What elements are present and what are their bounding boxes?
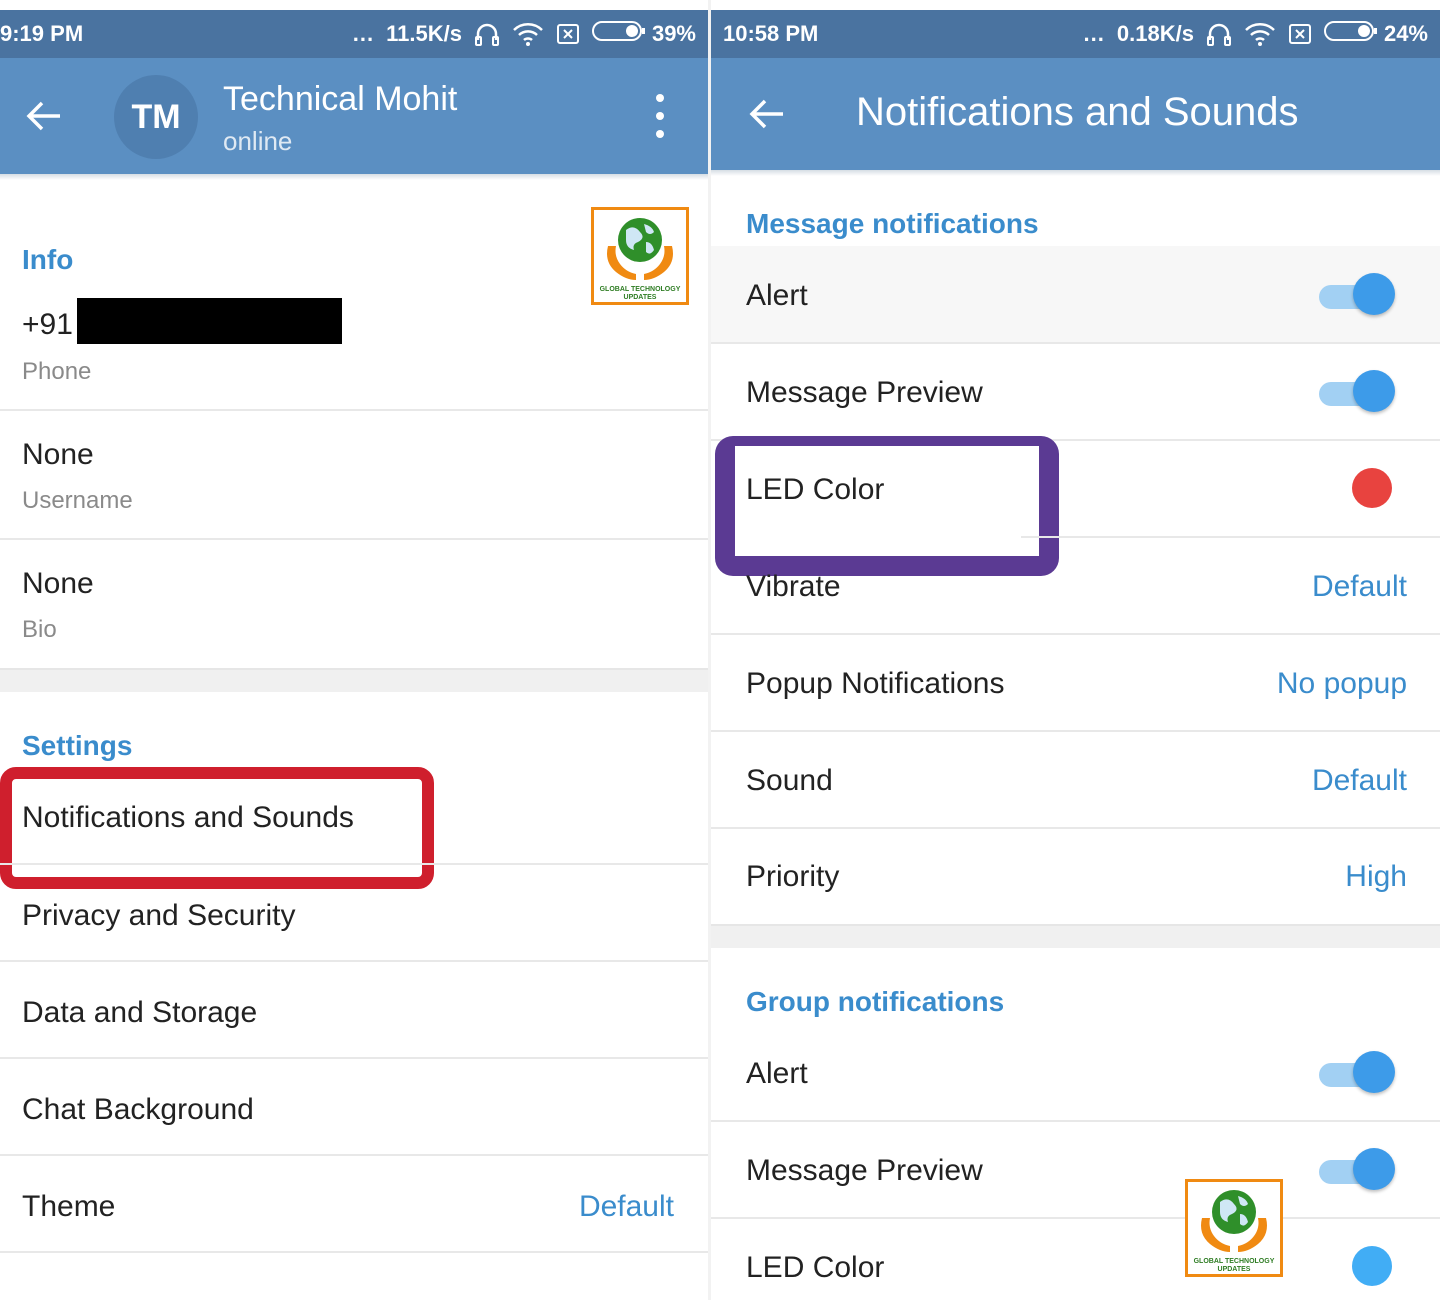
username-row[interactable] bbox=[0, 411, 708, 539]
sound-value: Default bbox=[1311, 764, 1407, 797]
headphones-icon bbox=[474, 22, 500, 46]
bio-row[interactable] bbox=[0, 540, 708, 668]
back-button[interactable] bbox=[747, 94, 787, 134]
back-button[interactable] bbox=[24, 96, 64, 136]
message-alert-toggle[interactable] bbox=[1319, 273, 1395, 317]
network-speed: 0.18K/s bbox=[1116, 21, 1194, 46]
arrow-left-icon bbox=[749, 99, 783, 129]
info-section-title: Info bbox=[22, 244, 74, 275]
phone-prefix: +91 bbox=[22, 308, 73, 341]
battery-percent: 24% bbox=[1383, 21, 1428, 46]
settings-section-title: Settings bbox=[22, 730, 133, 761]
avatar[interactable]: TM bbox=[114, 75, 198, 159]
popup-notifications-label: Popup Notifications bbox=[746, 667, 1005, 700]
battery-icon bbox=[591, 20, 646, 48]
app-bar: Notifications and Sounds bbox=[711, 58, 1440, 170]
battery-icon bbox=[1323, 20, 1378, 48]
status-time: 9:19 PM bbox=[0, 21, 84, 46]
section-gap bbox=[0, 668, 708, 692]
redacted-phone-number bbox=[77, 298, 342, 344]
overflow-notifications: ... bbox=[1083, 21, 1105, 46]
top-strip bbox=[0, 0, 708, 10]
section-gap bbox=[711, 924, 1440, 948]
group-led-color-swatch[interactable] bbox=[1352, 1246, 1392, 1286]
app-bar: TM Technical Mohit online bbox=[0, 58, 708, 174]
settings-item-label: Chat Background bbox=[22, 1093, 254, 1126]
watermark-caption-line2: UPDATES bbox=[1217, 1266, 1251, 1273]
message-led-color-swatch[interactable] bbox=[1352, 468, 1392, 508]
page-title: Notifications and Sounds bbox=[856, 90, 1299, 134]
settings-item-label: Theme bbox=[22, 1190, 116, 1223]
watermark-logo: GLOBAL TECHNOLOGY UPDATES bbox=[1185, 1179, 1283, 1277]
app-bar-shadow bbox=[0, 174, 708, 180]
priority-label: Priority bbox=[746, 860, 840, 893]
bio-label: Bio bbox=[22, 616, 57, 643]
notifications-settings-screen: 10:58 PM ... 0.18K/s 24% Notifications a… bbox=[711, 0, 1440, 1300]
arrow-left-icon bbox=[26, 101, 60, 131]
group-led-color-label: LED Color bbox=[746, 1251, 885, 1284]
settings-item-label: Data and Storage bbox=[22, 996, 258, 1029]
more-options-button[interactable] bbox=[648, 94, 672, 138]
message-notifications-title: Message notifications bbox=[746, 208, 1039, 239]
message-preview-label: Message Preview bbox=[746, 376, 983, 409]
status-bar: 9:19 PM ... 11.5K/s 39% bbox=[0, 10, 708, 58]
chat-title: Technical Mohit bbox=[223, 80, 458, 118]
settings-item-label: Privacy and Security bbox=[22, 899, 296, 932]
bio-value: None bbox=[22, 567, 94, 600]
chat-profile-screen: 9:19 PM ... 11.5K/s 39% TM Technical Moh… bbox=[0, 0, 708, 1300]
group-alert-toggle[interactable] bbox=[1319, 1051, 1395, 1095]
message-alert-label: Alert bbox=[746, 279, 808, 312]
username-label: Username bbox=[22, 487, 133, 514]
message-preview-toggle[interactable] bbox=[1319, 370, 1395, 414]
watermark-caption-line1: GLOBAL TECHNOLOGY bbox=[1193, 1258, 1275, 1265]
group-message-preview-toggle[interactable] bbox=[1319, 1148, 1395, 1192]
theme-value: Default bbox=[578, 1190, 674, 1223]
chat-online-status: online bbox=[223, 126, 293, 156]
username-value: None bbox=[22, 438, 94, 471]
vibrate-label: Vibrate bbox=[746, 570, 841, 603]
wifi-icon bbox=[1244, 22, 1276, 46]
battery-percent: 39% bbox=[651, 21, 696, 46]
popup-notifications-value: No popup bbox=[1276, 667, 1407, 700]
top-strip bbox=[711, 0, 1440, 10]
app-bar-shadow bbox=[711, 170, 1440, 176]
group-alert-label: Alert bbox=[746, 1057, 808, 1090]
divider bbox=[0, 1251, 708, 1253]
phone-label: Phone bbox=[22, 358, 92, 385]
network-speed: 11.5K/s bbox=[386, 21, 462, 46]
group-message-preview-label: Message Preview bbox=[746, 1154, 983, 1187]
overflow-notifications: ... bbox=[352, 21, 375, 46]
sound-label: Sound bbox=[746, 764, 833, 797]
vibrate-value: Default bbox=[1311, 570, 1407, 603]
status-bar: 10:58 PM ... 0.18K/s 24% bbox=[711, 10, 1440, 58]
no-sim-icon bbox=[1288, 23, 1312, 45]
group-notifications-title: Group notifications bbox=[746, 986, 1005, 1017]
wifi-icon bbox=[512, 22, 544, 46]
no-sim-icon bbox=[556, 23, 580, 45]
status-time: 10:58 PM bbox=[723, 21, 819, 46]
priority-value: High bbox=[1345, 860, 1407, 893]
headphones-icon bbox=[1206, 22, 1232, 46]
